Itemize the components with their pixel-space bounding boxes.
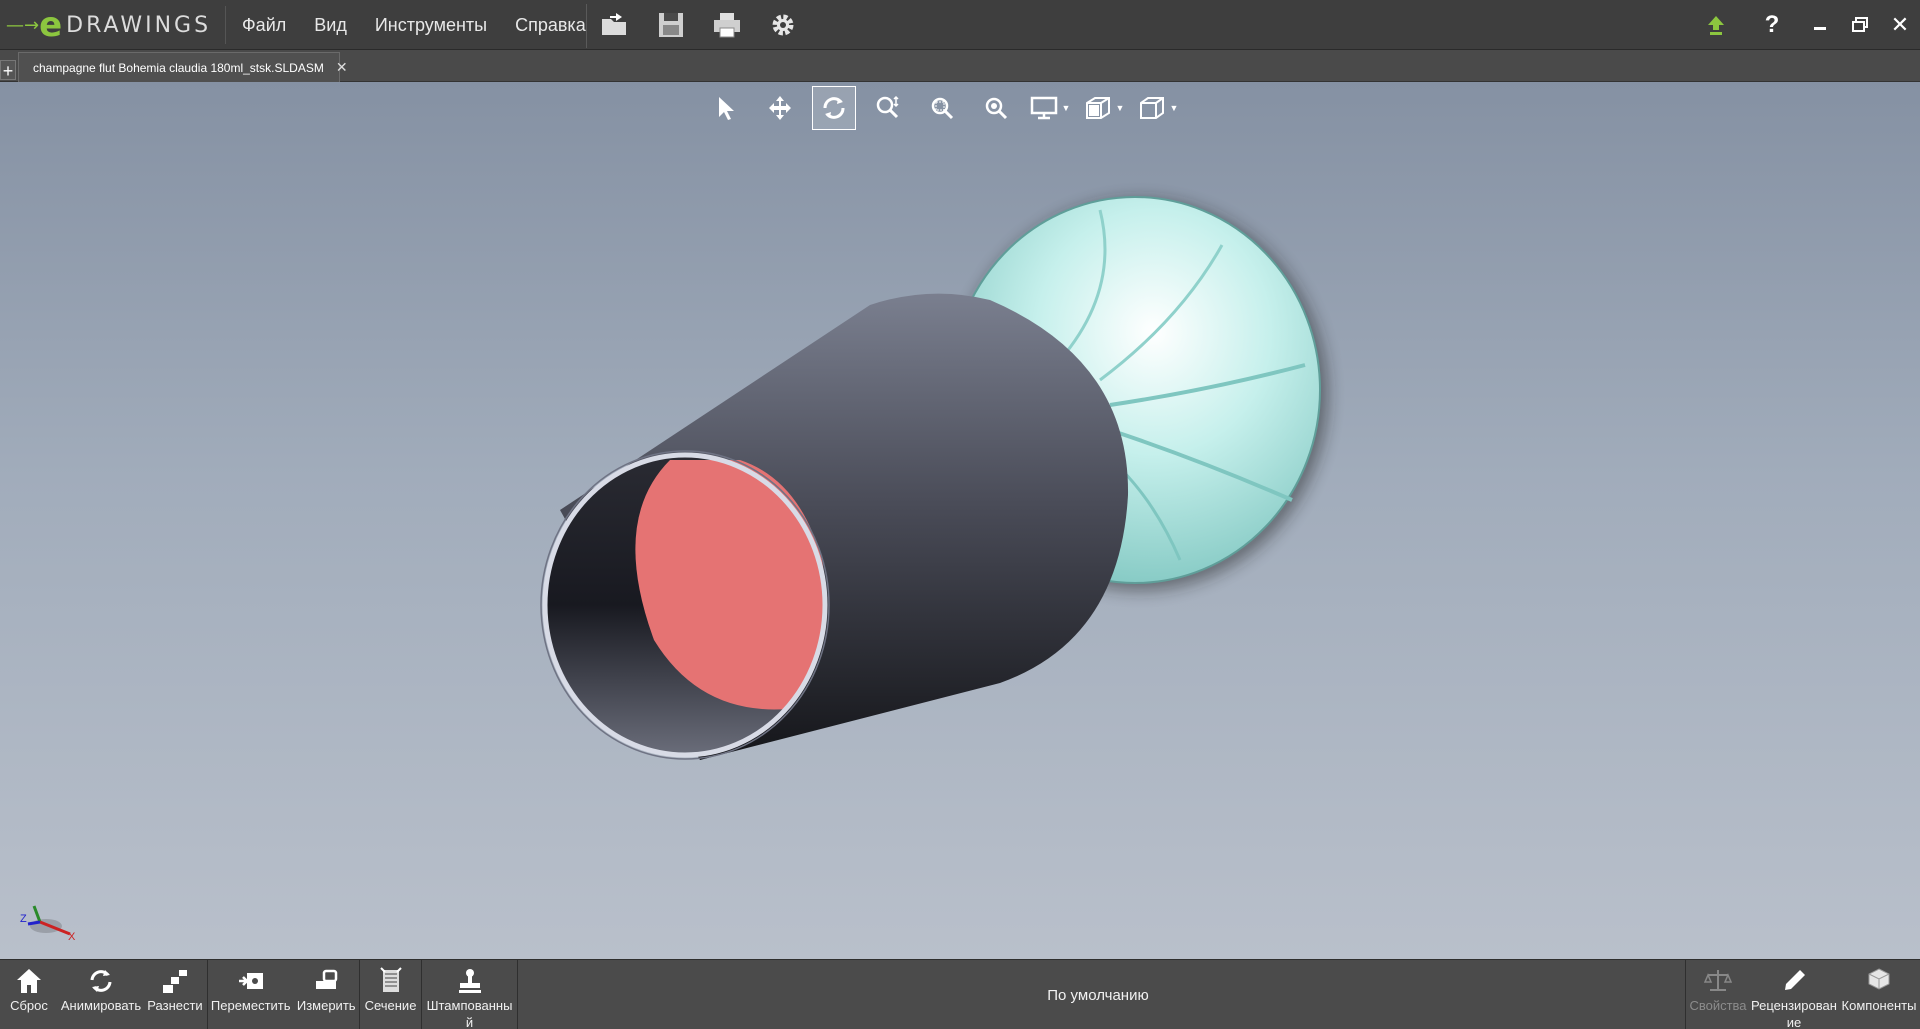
title-menu-bar: —→ e DRAWINGS Файл Вид Инструменты Справ…: [0, 0, 1920, 50]
3d-model[interactable]: [0, 82, 1920, 959]
close-window-button[interactable]: ✕: [1880, 10, 1920, 40]
components-icon: [1868, 968, 1890, 990]
restore-button[interactable]: [1840, 10, 1880, 40]
section-label: Сечение: [364, 998, 417, 1013]
properties-label: Свойства: [1689, 998, 1747, 1013]
minimize-button[interactable]: [1800, 10, 1840, 40]
edrawings-logo: —→ e DRAWINGS: [6, 6, 226, 44]
triad-x-label: X: [68, 931, 76, 940]
explode-button[interactable]: Разнести: [144, 960, 206, 1029]
review-label-line1: Рецензирован: [1751, 998, 1837, 1013]
components-button[interactable]: Компоненты: [1838, 960, 1920, 1029]
section-button[interactable]: Сечение: [360, 960, 421, 1029]
upload-arrow-icon: [1708, 16, 1724, 35]
logo-text: DRAWINGS: [66, 12, 212, 38]
logo-arrow-icon: —→: [6, 14, 40, 36]
stamp-icon: [458, 969, 481, 993]
explode-icon: [163, 970, 187, 993]
logo-letter: e: [39, 5, 63, 45]
help-icon: ?: [1764, 11, 1780, 38]
bottom-group-section: Сечение: [360, 960, 422, 1029]
section-icon: [379, 967, 402, 992]
explode-label: Разнести: [147, 998, 203, 1013]
save-icon: [659, 13, 683, 37]
review-button[interactable]: Рецензирован ие: [1750, 960, 1838, 1029]
upload-button[interactable]: [1688, 5, 1744, 45]
reset-button[interactable]: Сброс: [0, 960, 58, 1029]
document-tab[interactable]: champagne flut Bohemia claudia 180ml_sts…: [18, 52, 348, 82]
print-button[interactable]: [708, 6, 746, 44]
animate-button[interactable]: Анимировать: [58, 960, 144, 1029]
open-folder-icon: [602, 13, 626, 35]
close-tab-icon[interactable]: ✕: [336, 59, 348, 76]
move-label: Переместить: [210, 998, 291, 1013]
stamp-label-line1: Штампованны: [426, 998, 513, 1013]
animate-icon: [90, 970, 112, 992]
measure-icon: [316, 969, 338, 989]
properties-button: Свойства: [1686, 960, 1750, 1029]
reset-label: Сброс: [10, 998, 48, 1013]
minimize-icon: [1814, 27, 1826, 30]
triad-z-label: Z: [20, 913, 27, 925]
open-button[interactable]: [596, 6, 634, 44]
document-tab-bar: + champagne flut Bohemia claudia 180ml_s…: [0, 50, 1920, 82]
bottom-group-tools: Переместить Измерить: [208, 960, 360, 1029]
move-button[interactable]: Переместить: [208, 960, 293, 1029]
configuration-name[interactable]: По умолчанию: [518, 960, 1678, 1029]
menu-separator: [586, 4, 587, 48]
options-button[interactable]: [764, 6, 802, 44]
stamp-button[interactable]: Штампованны й: [422, 960, 517, 1029]
3d-viewport[interactable]: ▼ ▼ ▼ Z X: [0, 82, 1920, 959]
review-label-line2: ие: [1786, 1015, 1802, 1029]
review-icon: [1785, 970, 1805, 990]
components-label: Компоненты: [1841, 998, 1917, 1013]
stamp-label-line2: й: [465, 1015, 474, 1029]
menu-file[interactable]: Файл: [228, 0, 300, 50]
main-menu: Файл Вид Инструменты Справка: [228, 0, 600, 50]
gear-icon: [772, 14, 794, 36]
move-icon: [238, 973, 263, 989]
menu-view[interactable]: Вид: [300, 0, 361, 50]
bottom-toolbar: Сброс Анимировать Разнести Переместить И…: [0, 959, 1920, 1029]
coordinate-triad: Z X: [20, 905, 76, 940]
help-button[interactable]: ?: [1744, 5, 1800, 45]
properties-icon: [1704, 970, 1732, 991]
restore-icon: [1852, 17, 1868, 32]
menu-help[interactable]: Справка: [501, 0, 600, 50]
print-icon: [714, 13, 740, 38]
quick-toolbar: [596, 6, 802, 44]
animate-label: Анимировать: [60, 998, 142, 1013]
measure-label: Измерить: [296, 998, 356, 1013]
menu-tools[interactable]: Инструменты: [361, 0, 501, 50]
save-button[interactable]: [652, 6, 690, 44]
new-tab-button[interactable]: +: [0, 60, 16, 81]
bottom-group-stamp: Штампованны й: [422, 960, 518, 1029]
document-tab-label: champagne flut Bohemia claudia 180ml_sts…: [33, 60, 324, 75]
bottom-group-view: Сброс Анимировать Разнести: [0, 960, 208, 1029]
bottom-group-panels: Свойства Рецензирован ие Компоненты: [1685, 960, 1920, 1029]
home-icon: [17, 969, 41, 993]
measure-button[interactable]: Измерить: [293, 960, 359, 1029]
close-icon: ✕: [1890, 12, 1910, 37]
window-controls: ? ✕: [1688, 0, 1920, 50]
